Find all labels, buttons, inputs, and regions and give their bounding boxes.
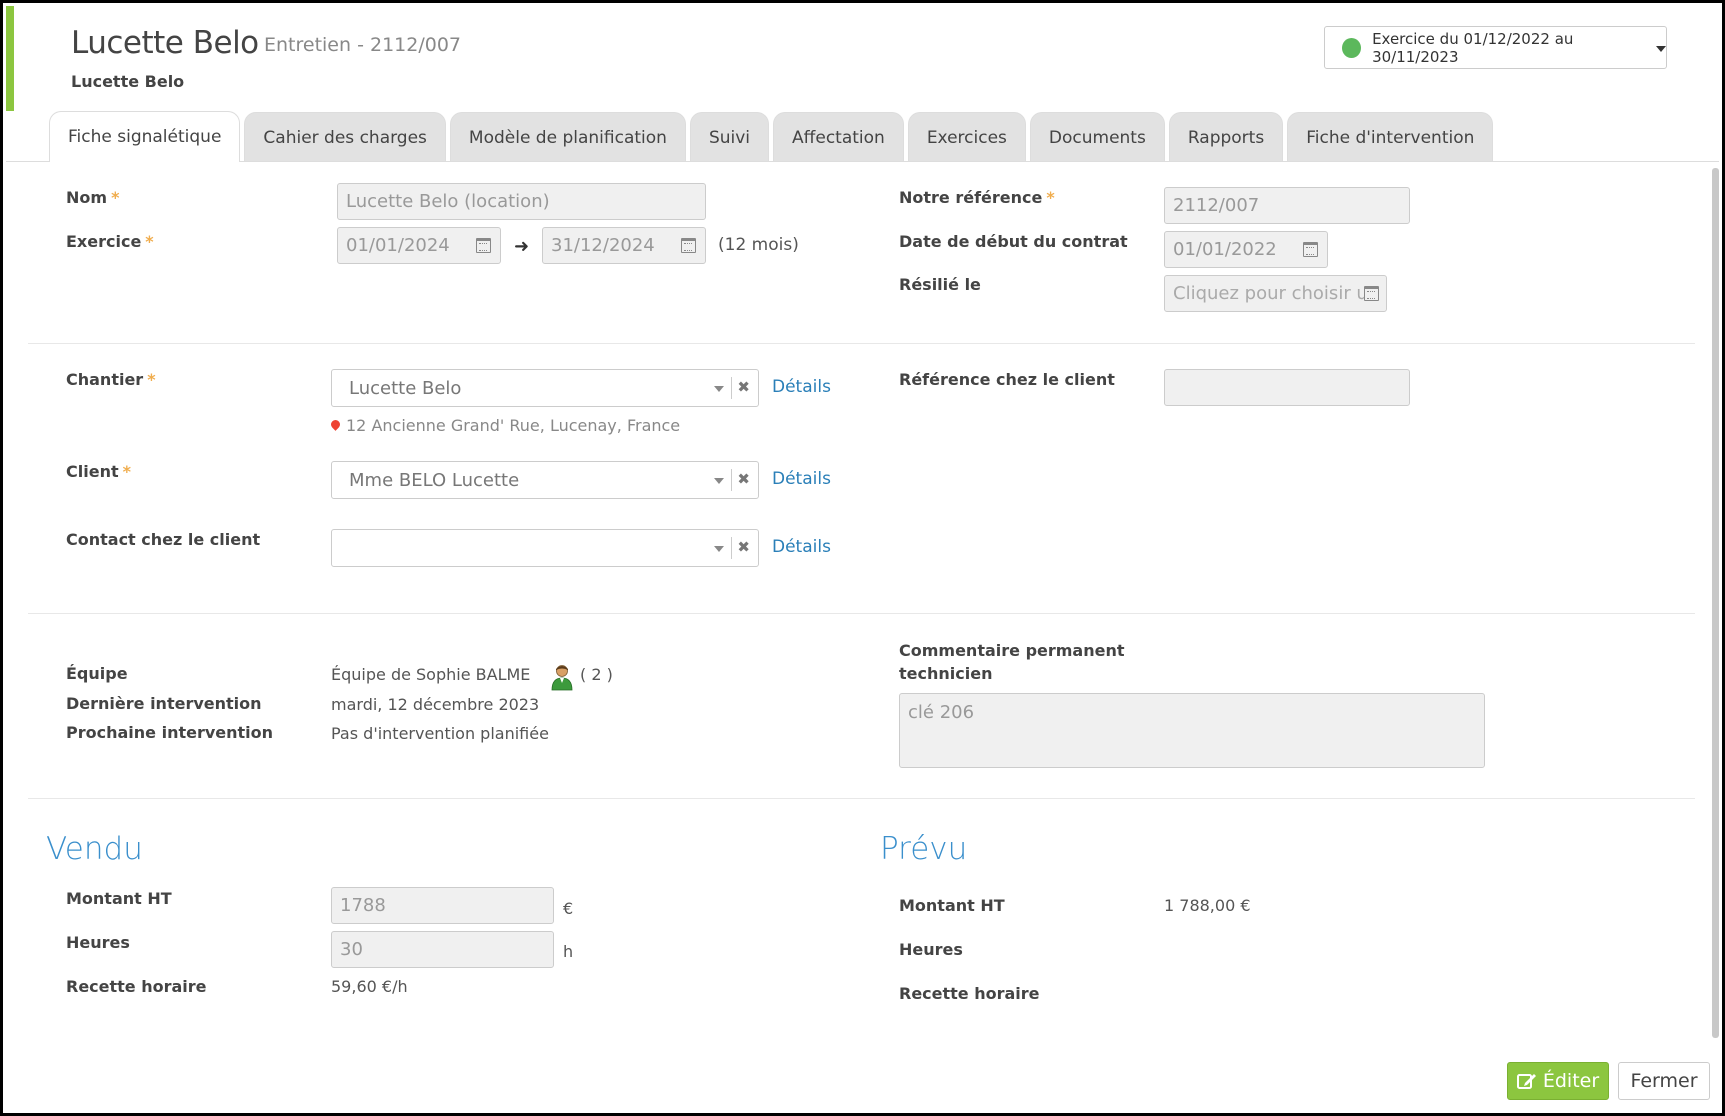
date-debut-contrat-label: Date de début du contrat (899, 232, 1128, 251)
edit-button-label: Éditer (1542, 1070, 1600, 1092)
equipe-count: ( 2 ) (580, 665, 613, 684)
close-button[interactable]: Fermer (1618, 1062, 1710, 1100)
contact-client-label: Contact chez le client (66, 530, 261, 549)
vendu-heures-label: Heures (66, 933, 130, 952)
chantier-details-link[interactable]: Détails (772, 377, 831, 397)
clear-icon[interactable]: ✖ (737, 378, 750, 396)
edit-icon (1516, 1074, 1536, 1089)
prevu-montant-value: 1 788,00 € (1164, 896, 1251, 915)
prevu-heures-label: Heures (899, 940, 963, 959)
chantier-address: 12 Ancienne Grand' Rue, Lucenay, France (329, 416, 680, 435)
prevu-recette-label: Recette horaire (899, 984, 1040, 1003)
date-debut-contrat-value: 01/01/2022 (1173, 239, 1277, 260)
tab-rapports[interactable]: Rapports (1168, 112, 1284, 162)
chantier-select[interactable]: Lucette Belo ✖ (331, 369, 759, 407)
chantier-label: Chantier * (66, 370, 156, 389)
calendar-icon (681, 238, 696, 253)
tab-suivi[interactable]: Suivi (689, 112, 770, 162)
contact-client-select[interactable]: ✖ (331, 529, 759, 567)
tabs-divider (6, 161, 1719, 162)
prochaine-intervention-value: Pas d'intervention planifiée (331, 724, 549, 743)
reference-client-label: Référence chez le client (899, 370, 1115, 389)
client-label: Client * (66, 462, 131, 481)
tab-bar: Fiche signalétique Cahier des charges Mo… (49, 111, 1497, 162)
calendar-icon (476, 238, 491, 253)
resilie-placeholder: Cliquez pour choisir une date (1173, 283, 1365, 304)
client-select[interactable]: Mme BELO Lucette ✖ (331, 461, 759, 499)
chevron-down-icon (714, 478, 724, 484)
vendu-heures-unit: h (563, 942, 574, 961)
commentaire-label-line1: Commentaire permanent (899, 641, 1125, 660)
vendu-montant-label: Montant HT (66, 889, 172, 908)
exercice-duration: (12 mois) (718, 235, 799, 255)
tab-documents[interactable]: Documents (1029, 112, 1165, 162)
vendu-recette-label: Recette horaire (66, 977, 207, 996)
chevron-down-icon (714, 546, 724, 552)
notre-reference-input[interactable]: 2112/007 (1164, 187, 1410, 224)
clear-icon[interactable]: ✖ (737, 470, 750, 488)
vendu-montant-input[interactable]: 1788 (331, 887, 554, 924)
app-window: Lucette Belo Entretien - 2112/007 Lucett… (0, 0, 1725, 1116)
equipe-label: Équipe (66, 664, 128, 683)
tab-modele-de-planification[interactable]: Modèle de planification (449, 112, 686, 162)
user-team-icon[interactable] (550, 663, 574, 691)
notre-reference-label: Notre référence * (899, 188, 1055, 207)
tab-fiche-signaletique[interactable]: Fiche signalétique (49, 111, 241, 162)
accent-bar (6, 6, 14, 111)
prevu-montant-label: Montant HT (899, 896, 1005, 915)
nom-input[interactable]: Lucette Belo (location) (337, 183, 706, 220)
date-debut-contrat-input[interactable]: 01/01/2022 (1164, 231, 1328, 268)
map-pin-icon (329, 418, 342, 431)
client-name-header: Lucette Belo (71, 72, 185, 91)
nom-label: Nom * (66, 188, 120, 207)
commentaire-textarea[interactable]: clé 206 (899, 693, 1485, 768)
tab-fiche-intervention[interactable]: Fiche d'intervention (1287, 112, 1494, 162)
resilie-date-input[interactable]: Cliquez pour choisir une date (1164, 275, 1387, 312)
exercice-dropdown[interactable]: Exercice du 01/12/2022 au 30/11/2023 (1324, 26, 1667, 69)
divider (28, 613, 1695, 614)
resilie-label: Résilié le (899, 275, 981, 294)
divider (28, 798, 1695, 799)
reference-client-input[interactable] (1164, 369, 1410, 406)
exercice-start-value: 01/01/2024 (346, 235, 450, 256)
edit-button[interactable]: Éditer (1507, 1062, 1609, 1100)
green-status-dot-icon (1342, 37, 1362, 58)
arrow-right-icon: ➜ (514, 236, 530, 257)
clear-icon[interactable]: ✖ (737, 538, 750, 556)
exercice-end-input[interactable]: 31/12/2024 (542, 227, 706, 264)
derniere-intervention-label: Dernière intervention (66, 694, 262, 713)
page-title: Lucette Belo (71, 25, 259, 61)
vendu-heures-input[interactable]: 30 (331, 931, 554, 968)
exercice-start-input[interactable]: 01/01/2024 (337, 227, 501, 264)
page-subtitle: Entretien - 2112/007 (264, 34, 461, 56)
exercice-end-value: 31/12/2024 (551, 235, 655, 256)
prochaine-intervention-label: Prochaine intervention (66, 723, 274, 742)
equipe-value: Équipe de Sophie BALME (331, 665, 531, 684)
prevu-title: Prévu (880, 831, 968, 867)
calendar-icon (1303, 242, 1318, 257)
tab-cahier-des-charges[interactable]: Cahier des charges (244, 112, 446, 162)
vendu-recette-value: 59,60 €/h (331, 977, 408, 996)
exercice-dropdown-label: Exercice du 01/12/2022 au 30/11/2023 (1372, 29, 1574, 66)
tab-exercices[interactable]: Exercices (907, 112, 1026, 162)
tab-affectation[interactable]: Affectation (773, 112, 904, 162)
derniere-intervention-value: mardi, 12 décembre 2023 (331, 695, 540, 714)
caret-down-icon (1656, 45, 1666, 52)
exercice-label: Exercice * (66, 232, 154, 251)
chantier-select-value: Lucette Belo (349, 377, 462, 399)
chevron-down-icon (714, 386, 724, 392)
client-select-value: Mme BELO Lucette (349, 469, 520, 491)
calendar-icon (1364, 286, 1379, 301)
divider (28, 343, 1695, 344)
scrollbar[interactable] (1712, 168, 1719, 1038)
client-details-link[interactable]: Détails (772, 469, 831, 489)
contact-details-link[interactable]: Détails (772, 537, 831, 557)
commentaire-label-line2: technicien (899, 664, 993, 683)
vendu-title: Vendu (46, 831, 143, 867)
vendu-montant-unit: € (563, 899, 574, 918)
